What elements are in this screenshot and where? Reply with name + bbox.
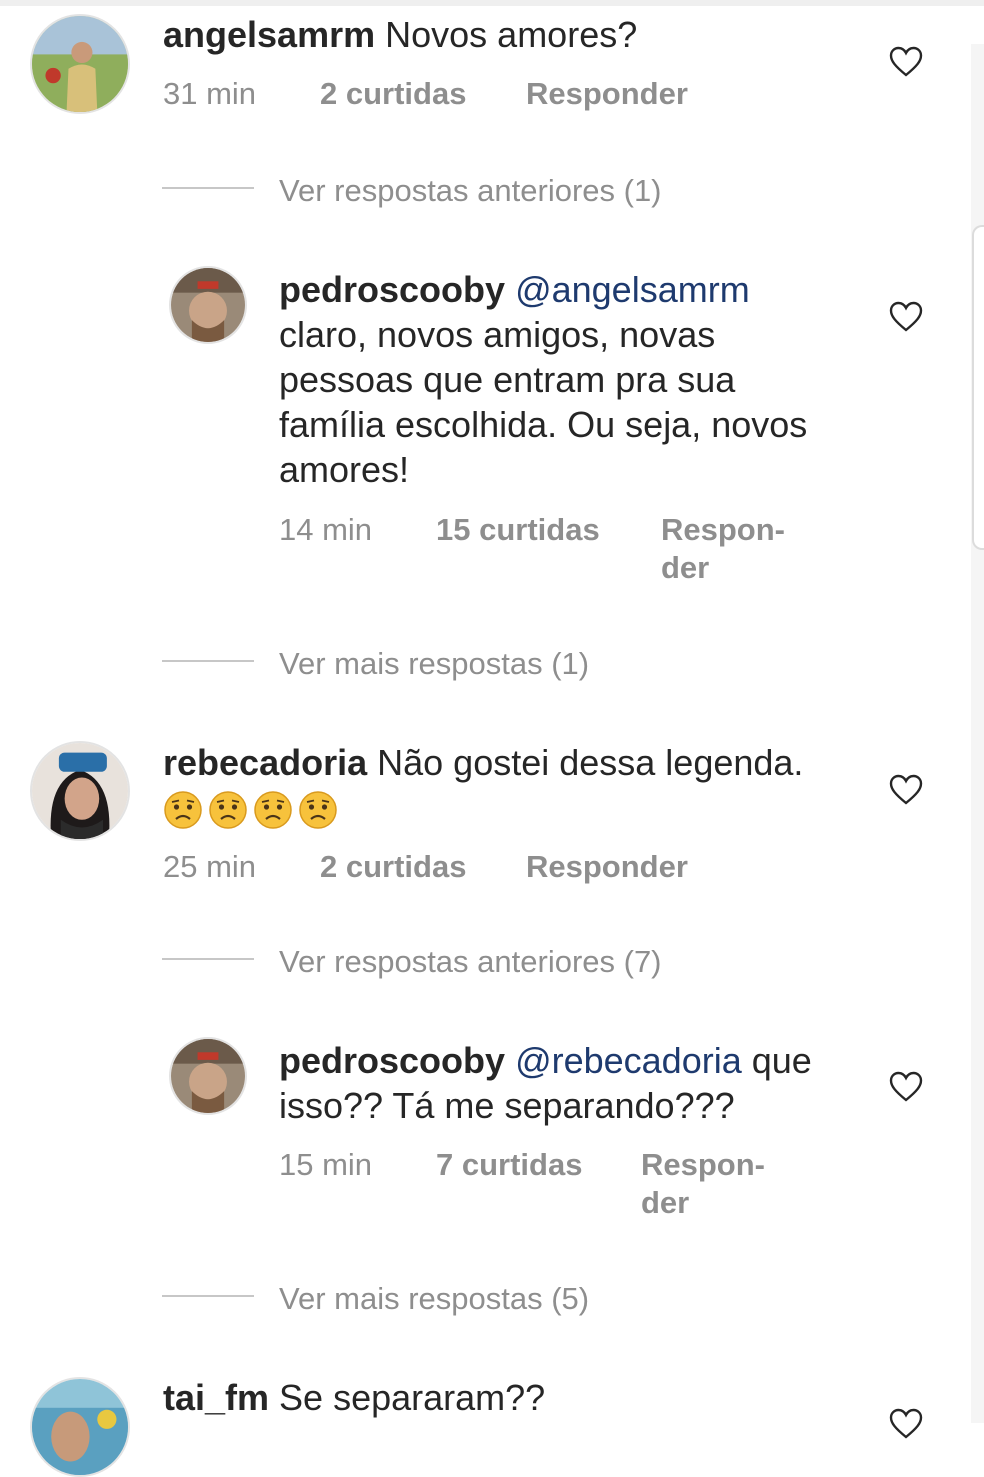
comment-body: Novos amores?	[385, 14, 638, 55]
scrollbar-thumb[interactable]	[972, 225, 984, 550]
reply-line: claro, novos amigos, novas	[279, 314, 716, 355]
reply-time: 15 min	[279, 1147, 373, 1182]
heart-icon[interactable]	[889, 1071, 923, 1103]
comment-text-rebecadoria: rebecadoria Não gostei dessa legenda.	[163, 740, 803, 830]
emoji-row	[163, 785, 803, 830]
heart-icon[interactable]	[889, 774, 923, 806]
reply-button-line: der	[661, 550, 710, 585]
view-previous-replies[interactable]: Ver respostas anteriores (7)	[279, 943, 662, 981]
worried-face-icon	[253, 790, 293, 830]
view-previous-replies[interactable]: Ver respostas anteriores (1)	[279, 172, 662, 210]
avatar-angelsamrm[interactable]	[30, 14, 130, 114]
reply-button[interactable]: Respon- der	[661, 511, 785, 587]
worried-face-icon	[298, 790, 338, 830]
reply-button-line: Respon-	[641, 1147, 765, 1182]
username-pedroscooby[interactable]: pedroscooby	[279, 1040, 505, 1081]
reply-line: pessoas que entram pra sua	[279, 359, 736, 400]
reply-button[interactable]: Responder	[526, 75, 688, 113]
likes-count[interactable]: 2 curtidas	[320, 848, 466, 886]
username-rebecadoria[interactable]: rebecadoria	[163, 742, 367, 783]
heart-icon[interactable]	[889, 46, 923, 78]
likes-count[interactable]: 15 curtidas	[436, 511, 600, 549]
reply-button-line: der	[641, 1185, 690, 1220]
likes-count[interactable]: 7 curtidas	[436, 1146, 582, 1184]
worried-face-icon	[208, 790, 248, 830]
comment-time: 31 min	[163, 76, 257, 111]
reply-button[interactable]: Responder	[526, 848, 688, 886]
username-tai-fm[interactable]: tai_fm	[163, 1377, 269, 1418]
replies-divider	[162, 958, 254, 960]
view-more-replies[interactable]: Ver mais respostas (5)	[279, 1280, 589, 1318]
comment-text-tai-fm: tai_fm Se separaram??	[163, 1375, 545, 1420]
avatar-pedroscooby[interactable]	[169, 1037, 247, 1115]
heart-icon[interactable]	[889, 301, 923, 333]
reply-time: 14 min	[279, 512, 373, 547]
top-edge	[0, 0, 984, 6]
username-pedroscooby[interactable]: pedroscooby	[279, 269, 505, 310]
heart-icon[interactable]	[889, 1408, 923, 1440]
reply-text-pedroscooby-2: pedroscooby @rebecadoria que isso?? Tá m…	[279, 1038, 812, 1128]
replies-divider	[162, 187, 254, 189]
avatar-pedroscooby[interactable]	[169, 266, 247, 344]
reply-body: que	[751, 1040, 812, 1081]
likes-count[interactable]: 2 curtidas	[320, 75, 466, 113]
reply-line: amores!	[279, 449, 410, 490]
worried-face-icon	[163, 790, 203, 830]
mention-rebecadoria[interactable]: @rebecadoria	[515, 1040, 742, 1081]
username-angelsamrm[interactable]: angelsamrm	[163, 14, 375, 55]
reply-button-line: Respon-	[661, 512, 785, 547]
reply-button[interactable]: Respon- der	[641, 1146, 765, 1222]
replies-divider	[162, 1295, 254, 1297]
avatar-rebecadoria[interactable]	[30, 741, 130, 841]
view-more-replies[interactable]: Ver mais respostas (1)	[279, 645, 589, 683]
reply-line: isso?? Tá me separando???	[279, 1085, 735, 1126]
comment-body: Se separaram??	[279, 1377, 546, 1418]
comment-text-angelsamrm: angelsamrm Novos amores?	[163, 12, 637, 57]
reply-line: família escolhida. Ou seja, novos	[279, 404, 808, 445]
replies-divider	[162, 660, 254, 662]
avatar-tai-fm[interactable]	[30, 1377, 130, 1477]
mention-angelsamrm[interactable]: @angelsamrm	[515, 269, 750, 310]
reply-text-pedroscooby-1: pedroscooby @angelsamrm claro, novos ami…	[279, 267, 807, 492]
comment-time: 25 min	[163, 849, 257, 884]
comment-body: Não gostei dessa legenda.	[377, 742, 804, 783]
